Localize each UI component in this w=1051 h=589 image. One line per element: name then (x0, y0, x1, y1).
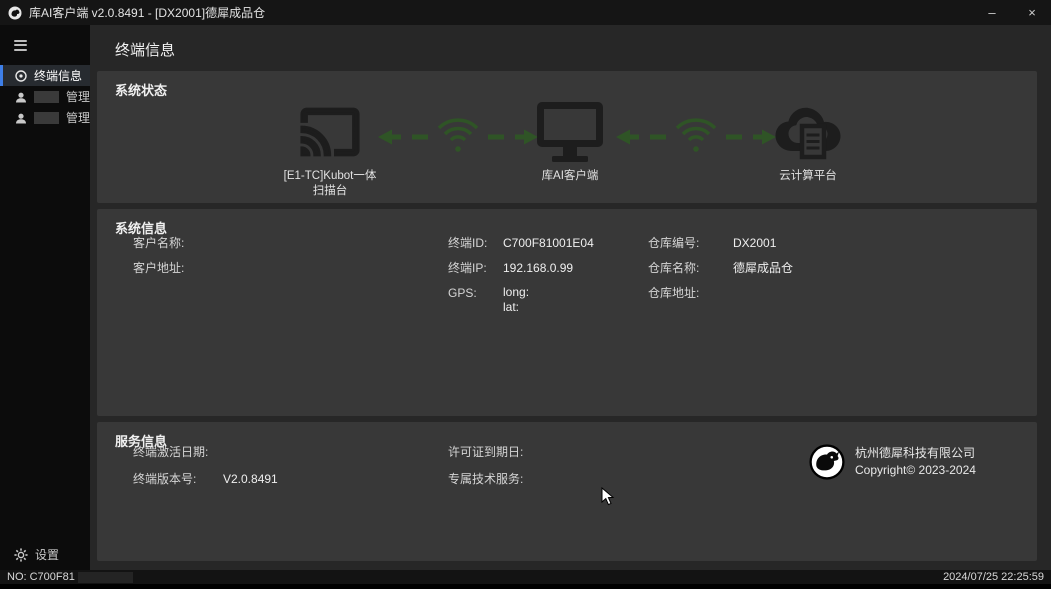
field-label: 客户名称: (133, 235, 184, 251)
node-label: 云计算平台 (733, 169, 883, 184)
system-info-panel: 系统信息 客户名称: 客户地址: 终端ID:C700F81001E04 终端IP… (97, 209, 1037, 416)
system-info-column-customer: 客户名称: 客户地址: (133, 235, 184, 285)
service-info-panel: 服务信息 终端激活日期: 终端版本号:V2.0.8491 许可证到期日: 专属技… (97, 422, 1037, 561)
app-logo-icon (8, 6, 22, 20)
sidebar-item-terminal-info[interactable]: 终端信息 (0, 65, 90, 86)
system-info-column-terminal: 终端ID:C700F81001E04 终端IP:192.168.0.99 GPS… (448, 235, 594, 324)
field-value: C700F81001E04 (503, 235, 594, 251)
field-tech-service: 专属技术服务: (448, 471, 538, 487)
statusbar: NO: C700F81 2024/07/25 22:25:59 (0, 570, 1051, 584)
wifi-icon (439, 120, 477, 152)
minimize-button[interactable]: – (985, 0, 999, 25)
mouse-cursor (601, 487, 615, 512)
main-content: 终端信息 系统状态 [E1-TC]Kubot一体 扫描台 (90, 25, 1051, 570)
field-license-expiry: 许可证到期日: (448, 444, 538, 460)
field-label: 仓库地址: (648, 285, 733, 301)
sidebar-item-management-2[interactable]: 管理 (0, 107, 90, 128)
wifi-icon (677, 120, 715, 152)
field-customer-name: 客户名称: (133, 235, 184, 251)
field-terminal-id: 终端ID:C700F81001E04 (448, 235, 594, 251)
window-title: 库AI客户端 v2.0.8491 - [DX2001]德犀成品仓 (29, 4, 265, 21)
field-label: 许可证到期日: (448, 444, 538, 460)
field-label: 终端ID: (448, 235, 503, 251)
field-value: DX2001 (733, 235, 776, 251)
field-terminal-ip: 终端IP:192.168.0.99 (448, 260, 594, 276)
field-label: 终端版本号: (133, 471, 223, 487)
cloud-node: 云计算平台 (733, 87, 883, 184)
company-block: 杭州德犀科技有限公司 Copyright© 2023-2024 (809, 444, 976, 480)
redacted-text (78, 572, 133, 583)
sidebar-item-settings[interactable]: 设置 (0, 546, 59, 563)
worker-icon (14, 90, 28, 104)
gear-icon (14, 548, 28, 562)
field-label: 终端激活日期: (133, 444, 223, 460)
close-button[interactable]: × (1025, 0, 1039, 25)
target-icon (14, 69, 28, 83)
field-warehouse-no: 仓库编号:DX2001 (648, 235, 793, 251)
field-label: 终端IP: (448, 260, 503, 276)
rhino-logo-icon (809, 444, 845, 480)
field-warehouse-address: 仓库地址: (648, 285, 793, 301)
arrow-left-icon (378, 130, 428, 145)
field-activation-date: 终端激活日期: (133, 444, 278, 460)
service-info-column-left: 终端激活日期: 终端版本号:V2.0.8491 (133, 444, 278, 498)
service-info-column-right: 许可证到期日: 专属技术服务: (448, 444, 538, 498)
field-label: GPS: (448, 285, 503, 301)
field-value: 192.168.0.99 (503, 260, 573, 276)
field-value: V2.0.8491 (223, 471, 278, 487)
redacted-text (34, 112, 59, 124)
sidebar-item-label: 终端信息 (34, 67, 82, 84)
field-label: 专属技术服务: (448, 471, 538, 487)
window-body: 终端信息 管理 管理 (0, 25, 1051, 570)
field-value: 德犀成品仓 (733, 260, 793, 276)
window-bottom-edge (0, 584, 1051, 589)
sidebar-item-label: 管理 (66, 88, 90, 105)
window-controls: – × (985, 0, 1039, 25)
field-value: long:lat: (503, 285, 529, 315)
titlebar: 库AI客户端 v2.0.8491 - [DX2001]德犀成品仓 – × (0, 0, 1051, 25)
field-label: 客户地址: (133, 260, 184, 276)
cloud-icon (733, 87, 883, 163)
company-text: 杭州德犀科技有限公司 Copyright© 2023-2024 (855, 445, 976, 479)
copyright: Copyright© 2023-2024 (855, 462, 976, 479)
field-label: 仓库名称: (648, 260, 733, 276)
terminal-no-text: NO: C700F81 (7, 571, 75, 583)
menu-toggle-button[interactable] (0, 31, 90, 65)
settings-label: 设置 (35, 546, 59, 563)
sidebar-item-label: 管理 (66, 109, 90, 126)
sidebar-nav: 终端信息 管理 管理 (0, 65, 90, 128)
worker-icon (14, 111, 28, 125)
statusbar-datetime: 2024/07/25 22:25:59 (943, 571, 1044, 583)
titlebar-left: 库AI客户端 v2.0.8491 - [DX2001]德犀成品仓 (8, 4, 265, 21)
system-info-column-warehouse: 仓库编号:DX2001 仓库名称:德犀成品仓 仓库地址: (648, 235, 793, 310)
sidebar: 终端信息 管理 管理 (0, 25, 90, 570)
system-status-panel: 系统状态 [E1-TC]Kubot一体 扫描台 (97, 71, 1037, 203)
node-label: 库AI客户端 (495, 169, 645, 184)
field-version: 终端版本号:V2.0.8491 (133, 471, 278, 487)
app-window: 库AI客户端 v2.0.8491 - [DX2001]德犀成品仓 – × 终端信… (0, 0, 1051, 589)
sidebar-item-management-1[interactable]: 管理 (0, 86, 90, 107)
field-label: 仓库编号: (648, 235, 733, 251)
field-customer-address: 客户地址: (133, 260, 184, 276)
node-label: [E1-TC]Kubot一体 扫描台 (255, 169, 405, 199)
statusbar-terminal-no: NO: C700F81 (7, 571, 133, 583)
field-warehouse-name: 仓库名称:德犀成品仓 (648, 260, 793, 276)
panel-title: 系统信息 (97, 209, 1037, 237)
arrow-left-icon (616, 130, 666, 145)
company-name: 杭州德犀科技有限公司 (855, 445, 976, 462)
page-title: 终端信息 (97, 25, 1037, 71)
field-gps: GPS:long:lat: (448, 285, 594, 315)
redacted-text (34, 91, 59, 103)
hamburger-icon (14, 40, 90, 51)
